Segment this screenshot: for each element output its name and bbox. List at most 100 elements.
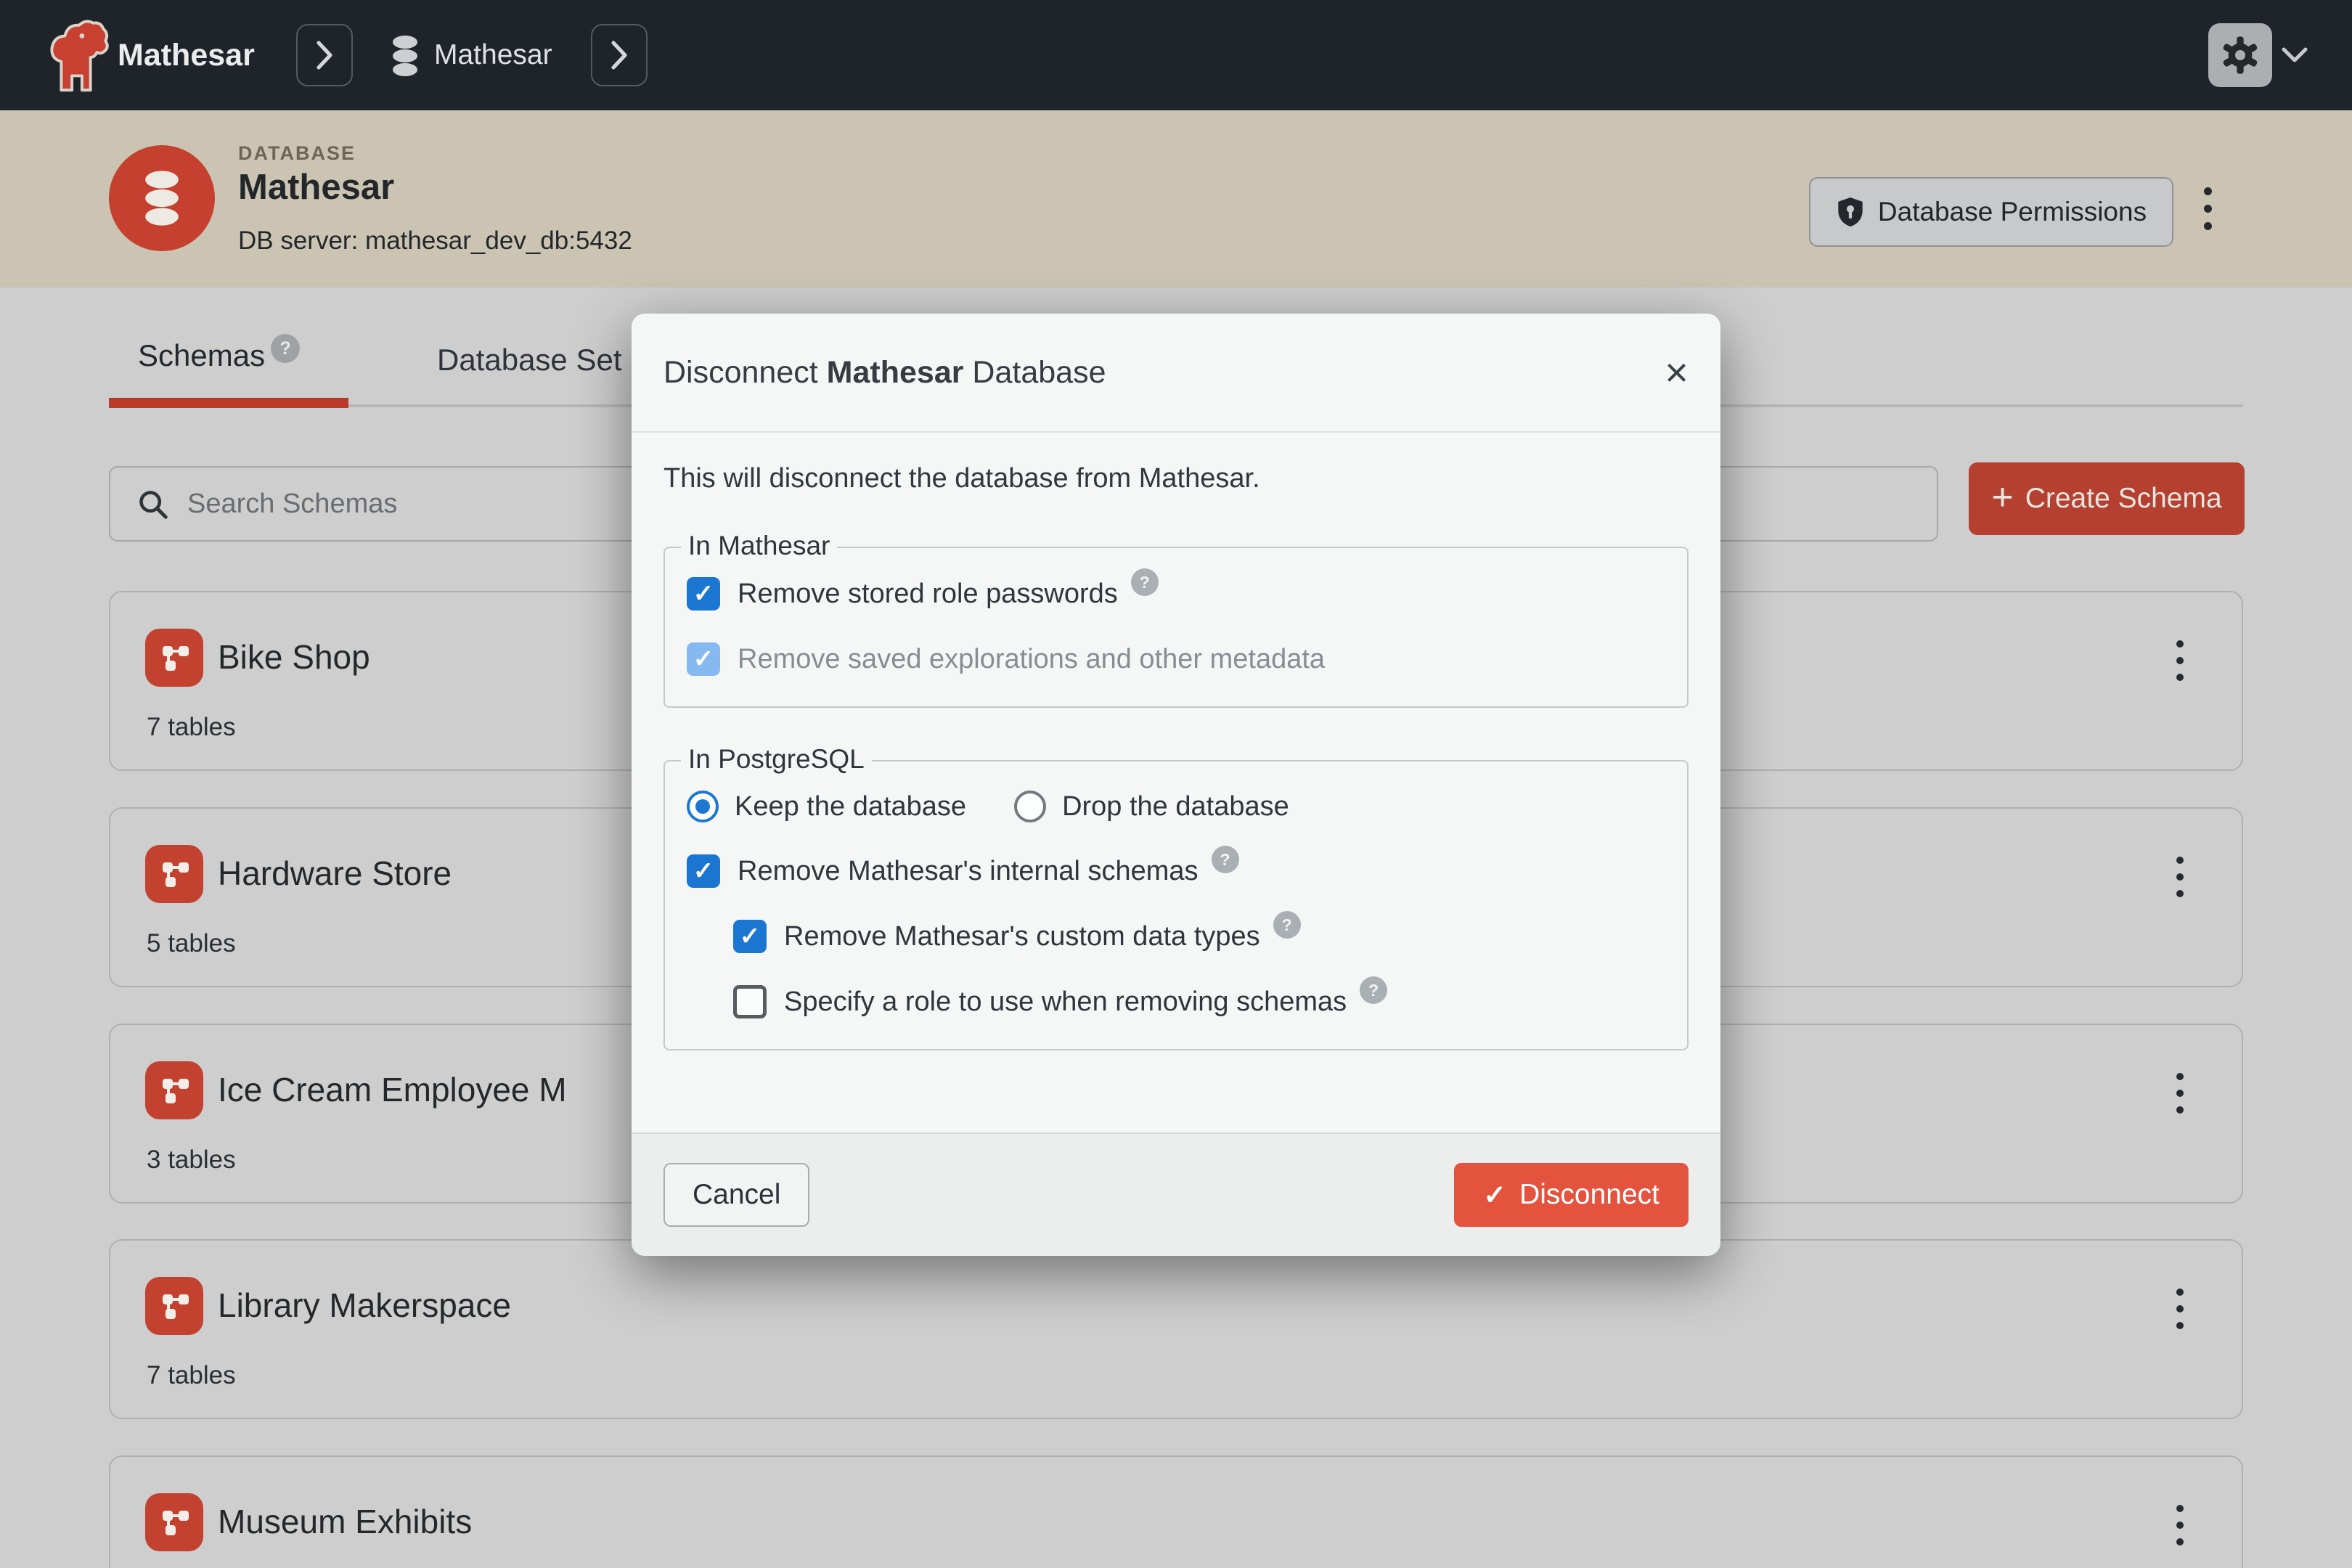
top-navigation-bar: Mathesar Mathesar [0, 0, 2352, 110]
shield-lock-icon [1836, 195, 1865, 229]
modal-footer: Cancel ✓ Disconnect [632, 1132, 1720, 1256]
radio-label[interactable]: Drop the database [1062, 791, 1289, 822]
question-glyph: ? [1282, 915, 1292, 935]
help-icon[interactable]: ? [1131, 568, 1159, 596]
modal-body: This will disconnect the database from M… [632, 434, 1720, 1132]
modal-title: Disconnect Mathesar Database [663, 355, 1106, 391]
question-glyph: ? [1140, 573, 1150, 592]
schema-more-menu[interactable] [2176, 640, 2184, 681]
schema-table-count: 3 tables [147, 1146, 236, 1175]
radio-label[interactable]: Keep the database [735, 791, 966, 822]
brand-title[interactable]: Mathesar [118, 0, 255, 110]
checkbox-checked-disabled: ✓ [687, 642, 720, 676]
schema-table-count: 5 tables [147, 929, 236, 958]
schema-table-count: 7 tables [147, 1361, 236, 1390]
in-postgresql-legend: In PostgreSQL [681, 744, 872, 775]
schema-card-museum-exhibits[interactable]: Museum Exhibits [109, 1455, 2243, 1568]
help-icon[interactable]: ? [1273, 911, 1301, 939]
active-tab-indicator [109, 398, 348, 408]
schema-name: Museum Exhibits [218, 1502, 472, 1541]
in-mathesar-legend: In Mathesar [681, 531, 837, 561]
schema-more-menu[interactable] [2176, 1505, 2184, 1545]
disconnect-button[interactable]: ✓ Disconnect [1454, 1163, 1689, 1227]
option-remove-custom-data-types[interactable]: ✓ Remove Mathesar's custom data types ? [733, 920, 1665, 953]
option-label: Remove Mathesar's internal schemas [738, 856, 1199, 887]
cancel-label: Cancel [693, 1179, 780, 1211]
checkbox-unchecked[interactable] [733, 985, 767, 1018]
modal-title-database-name: Mathesar [827, 355, 964, 390]
entity-type-label: DATABASE [238, 142, 356, 165]
settings-menu-button[interactable] [2208, 23, 2272, 87]
search-icon [136, 488, 170, 521]
database-fate-radio-group: Keep the database Drop the database [687, 791, 1665, 822]
breadcrumb-database-name[interactable]: Mathesar [434, 0, 552, 110]
chevron-down-icon[interactable] [2281, 46, 2308, 64]
gear-icon [2220, 35, 2261, 75]
schema-more-menu[interactable] [2176, 857, 2184, 897]
schema-card-library-makerspace[interactable]: Library Makerspace 7 tables [109, 1239, 2243, 1419]
schema-name: Hardware Store [218, 854, 452, 893]
option-label: Remove Mathesar's custom data types [784, 921, 1260, 952]
tab-schemas[interactable]: Schemas? [138, 338, 300, 375]
create-schema-button[interactable]: + Create Schema [1969, 462, 2245, 535]
checkbox-checked[interactable]: ✓ [687, 854, 720, 888]
checkbox-checked[interactable]: ✓ [733, 920, 767, 953]
check-icon: ✓ [693, 647, 714, 671]
question-glyph: ? [1220, 850, 1230, 870]
modal-header: Disconnect Mathesar Database × [632, 314, 1720, 433]
mathesar-elephant-logo[interactable] [41, 16, 113, 94]
help-icon[interactable]: ? [1360, 976, 1387, 1004]
help-icon[interactable]: ? [1212, 846, 1239, 873]
schema-icon [145, 845, 203, 903]
elephant-eye [79, 33, 84, 38]
option-label: Remove stored role passwords [738, 579, 1118, 610]
option-remove-internal-schemas[interactable]: ✓ Remove Mathesar's internal schemas ? [687, 854, 1665, 888]
database-permissions-button[interactable]: Database Permissions [1809, 177, 2173, 247]
database-server-info: DB server: mathesar_dev_db:5432 [238, 226, 632, 256]
radio-drop-database[interactable] [1014, 791, 1046, 822]
database-icon [138, 170, 186, 226]
schema-more-menu[interactable] [2176, 1289, 2184, 1329]
option-specify-role[interactable]: Specify a role to use when removing sche… [733, 985, 1665, 1018]
checkbox-checked[interactable]: ✓ [687, 577, 720, 611]
chevron-right-icon [314, 40, 335, 70]
check-icon: ✓ [693, 859, 714, 883]
check-icon: ✓ [1483, 1179, 1506, 1212]
option-remove-stored-role-passwords[interactable]: ✓ Remove stored role passwords ? [687, 577, 1665, 611]
radio-keep-database[interactable] [687, 791, 719, 822]
database-header: DATABASE Mathesar DB server: mathesar_de… [0, 110, 2352, 287]
mathesar-database-page: Mathesar Mathesar [0, 0, 2352, 1568]
create-schema-label: Create Schema [2025, 483, 2222, 515]
schema-name: Ice Cream Employee M [218, 1070, 567, 1109]
in-postgresql-fieldset: In PostgreSQL Keep the database Drop the… [663, 760, 1689, 1050]
check-icon: ✓ [740, 924, 761, 949]
schema-more-menu[interactable] [2176, 1073, 2184, 1114]
schemas-help-icon[interactable]: ? [271, 334, 300, 363]
tab-database-settings[interactable]: Database Set [437, 343, 622, 377]
chevron-right-icon [609, 40, 629, 70]
modal-description: This will disconnect the database from M… [663, 463, 1689, 494]
schema-icon [145, 629, 203, 687]
database-more-menu[interactable] [2204, 187, 2212, 230]
close-icon[interactable]: × [1665, 352, 1689, 393]
disconnect-database-modal: Disconnect Mathesar Database × This will… [632, 314, 1720, 1256]
database-icon [388, 35, 422, 77]
cancel-button[interactable]: Cancel [663, 1163, 809, 1227]
disconnect-label: Disconnect [1519, 1179, 1659, 1211]
option-remove-saved-explorations: ✓ Remove saved explorations and other me… [687, 642, 1665, 676]
breadcrumb-chevron-button-2[interactable] [591, 24, 648, 86]
modal-title-suffix: Database [963, 355, 1106, 390]
database-title: Mathesar [238, 167, 394, 208]
breadcrumb-chevron-button[interactable] [296, 24, 353, 86]
database-permissions-label: Database Permissions [1878, 197, 2147, 227]
database-avatar [109, 145, 215, 251]
tab-schemas-label: Schemas [138, 338, 265, 372]
question-glyph: ? [1368, 981, 1379, 1000]
schema-name: Library Makerspace [218, 1286, 511, 1325]
check-icon: ✓ [693, 581, 714, 606]
modal-title-prefix: Disconnect [663, 355, 827, 390]
in-mathesar-fieldset: In Mathesar ✓ Remove stored role passwor… [663, 547, 1689, 708]
schema-icon [145, 1061, 203, 1119]
schema-icon [145, 1493, 203, 1551]
schema-table-count: 7 tables [147, 713, 236, 742]
